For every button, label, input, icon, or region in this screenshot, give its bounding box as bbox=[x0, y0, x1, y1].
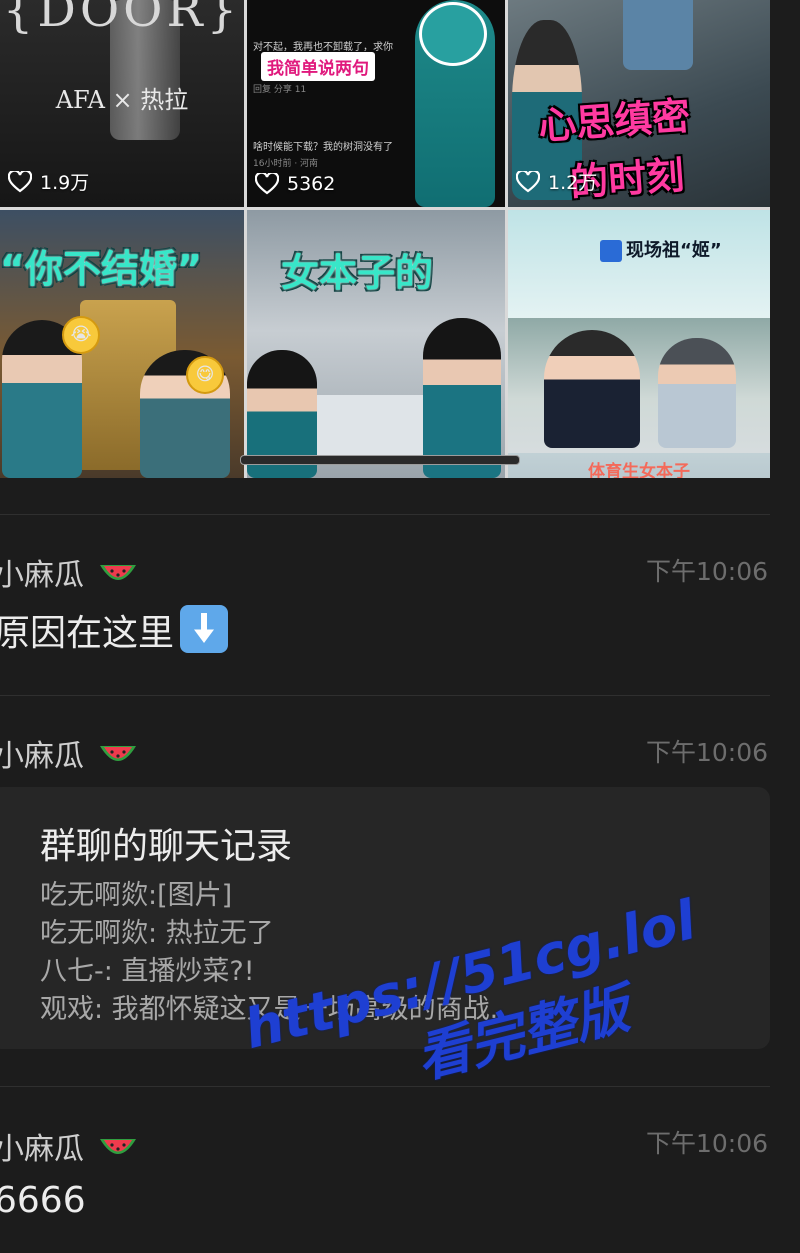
heart-icon bbox=[516, 170, 540, 192]
cover-subtitle: AFA × 热拉 bbox=[55, 86, 189, 114]
comment-meta: 16小时前 · 河南 bbox=[253, 159, 319, 169]
message-divider bbox=[0, 514, 770, 515]
person-figure bbox=[623, 0, 693, 70]
card-line: 八七-: 直播炒菜?! bbox=[40, 956, 255, 987]
heart-icon bbox=[8, 170, 32, 192]
show-badge: 现场祖“姬” bbox=[600, 236, 722, 262]
smile-emoji-icon: 😋 bbox=[186, 356, 224, 394]
cover-caption: 女本子的 bbox=[281, 251, 434, 295]
cover-caption: 体育生女本子 bbox=[588, 462, 690, 478]
person-figure bbox=[658, 338, 736, 448]
like-count: 1.2万 bbox=[516, 168, 597, 195]
sender-name-text: 小麻瓜 bbox=[0, 558, 84, 593]
cover-caption: 心思缜密 bbox=[536, 93, 692, 149]
card-line: 吃无啊欻: 热拉无了 bbox=[40, 918, 274, 949]
horizontal-scrollbar[interactable] bbox=[240, 455, 520, 465]
highlight-caption: 我简单说两句 bbox=[261, 52, 375, 81]
mascot-head bbox=[419, 2, 487, 66]
show-logo-icon bbox=[600, 240, 622, 262]
message-text: 6666 bbox=[0, 1180, 86, 1221]
message-time: 下午10:06 bbox=[645, 1129, 768, 1158]
message-time: 下午10:06 bbox=[645, 557, 768, 586]
video-thumbnail-5[interactable]: 女本子的 bbox=[247, 210, 505, 478]
sender-name-text: 小麻瓜 bbox=[0, 739, 84, 774]
watermelon-icon bbox=[99, 565, 136, 580]
video-thumbnail-6[interactable]: 现场祖“姬” 体育生女本子 bbox=[508, 210, 770, 478]
watermelon-icon bbox=[99, 1139, 136, 1154]
message-divider bbox=[0, 695, 770, 696]
sender-name: 小麻瓜 bbox=[0, 731, 138, 775]
watermelon-icon bbox=[99, 746, 136, 761]
card-line: 吃无啊欻:[图片] bbox=[40, 880, 233, 911]
video-thumbnail-3[interactable]: 心思缜密 的时刻 1.2万 bbox=[508, 0, 770, 207]
like-count-value: 1.9万 bbox=[40, 172, 90, 194]
heart-icon bbox=[255, 173, 279, 195]
sender-name: 小麻瓜 bbox=[0, 1124, 138, 1168]
comment-text: 啥时候能下载？我的树洞没有了 bbox=[253, 142, 393, 153]
message-text: 原因在这里 bbox=[0, 604, 229, 656]
cover-title: {DOOR} bbox=[2, 0, 242, 38]
like-count-value: 5362 bbox=[287, 173, 336, 195]
video-thumbnail-2[interactable]: 对不起，我再也不卸载了，求你 我简单说两句 回复 分享 11 啥时候能下载？我的… bbox=[247, 0, 505, 207]
comment-text: 对不起，我再也不卸载了，求你 bbox=[253, 42, 393, 53]
message-time: 下午10:06 bbox=[645, 738, 768, 767]
crying-emoji-icon: 😭 bbox=[62, 316, 100, 354]
sender-name-text: 小麻瓜 bbox=[0, 1132, 84, 1167]
video-thumbnail-4[interactable]: 😭 😋 “你不结婚” bbox=[0, 210, 244, 478]
like-count: 5362 bbox=[255, 173, 335, 195]
message-text-content: 原因在这里 bbox=[0, 613, 175, 654]
like-count: 1.9万 bbox=[8, 168, 89, 195]
person-figure bbox=[544, 330, 640, 448]
sender-name: 小麻瓜 bbox=[0, 550, 138, 594]
show-badge-text: 现场祖“姬” bbox=[626, 240, 722, 261]
down-arrow-icon bbox=[180, 605, 229, 653]
cover-caption: “你不结婚” bbox=[0, 247, 202, 291]
like-count-value: 1.2万 bbox=[548, 172, 598, 194]
person-figure bbox=[423, 318, 501, 478]
card-title: 群聊的聊天记录 bbox=[40, 826, 293, 867]
video-thumbnail-1[interactable]: {DOOR} AFA × 热拉 1.9万 bbox=[0, 0, 244, 207]
comment-actions: 回复 分享 11 bbox=[253, 85, 307, 95]
video-grid: {DOOR} AFA × 热拉 1.9万 对不起，我再也不卸载了，求你 我简单说… bbox=[0, 0, 770, 478]
